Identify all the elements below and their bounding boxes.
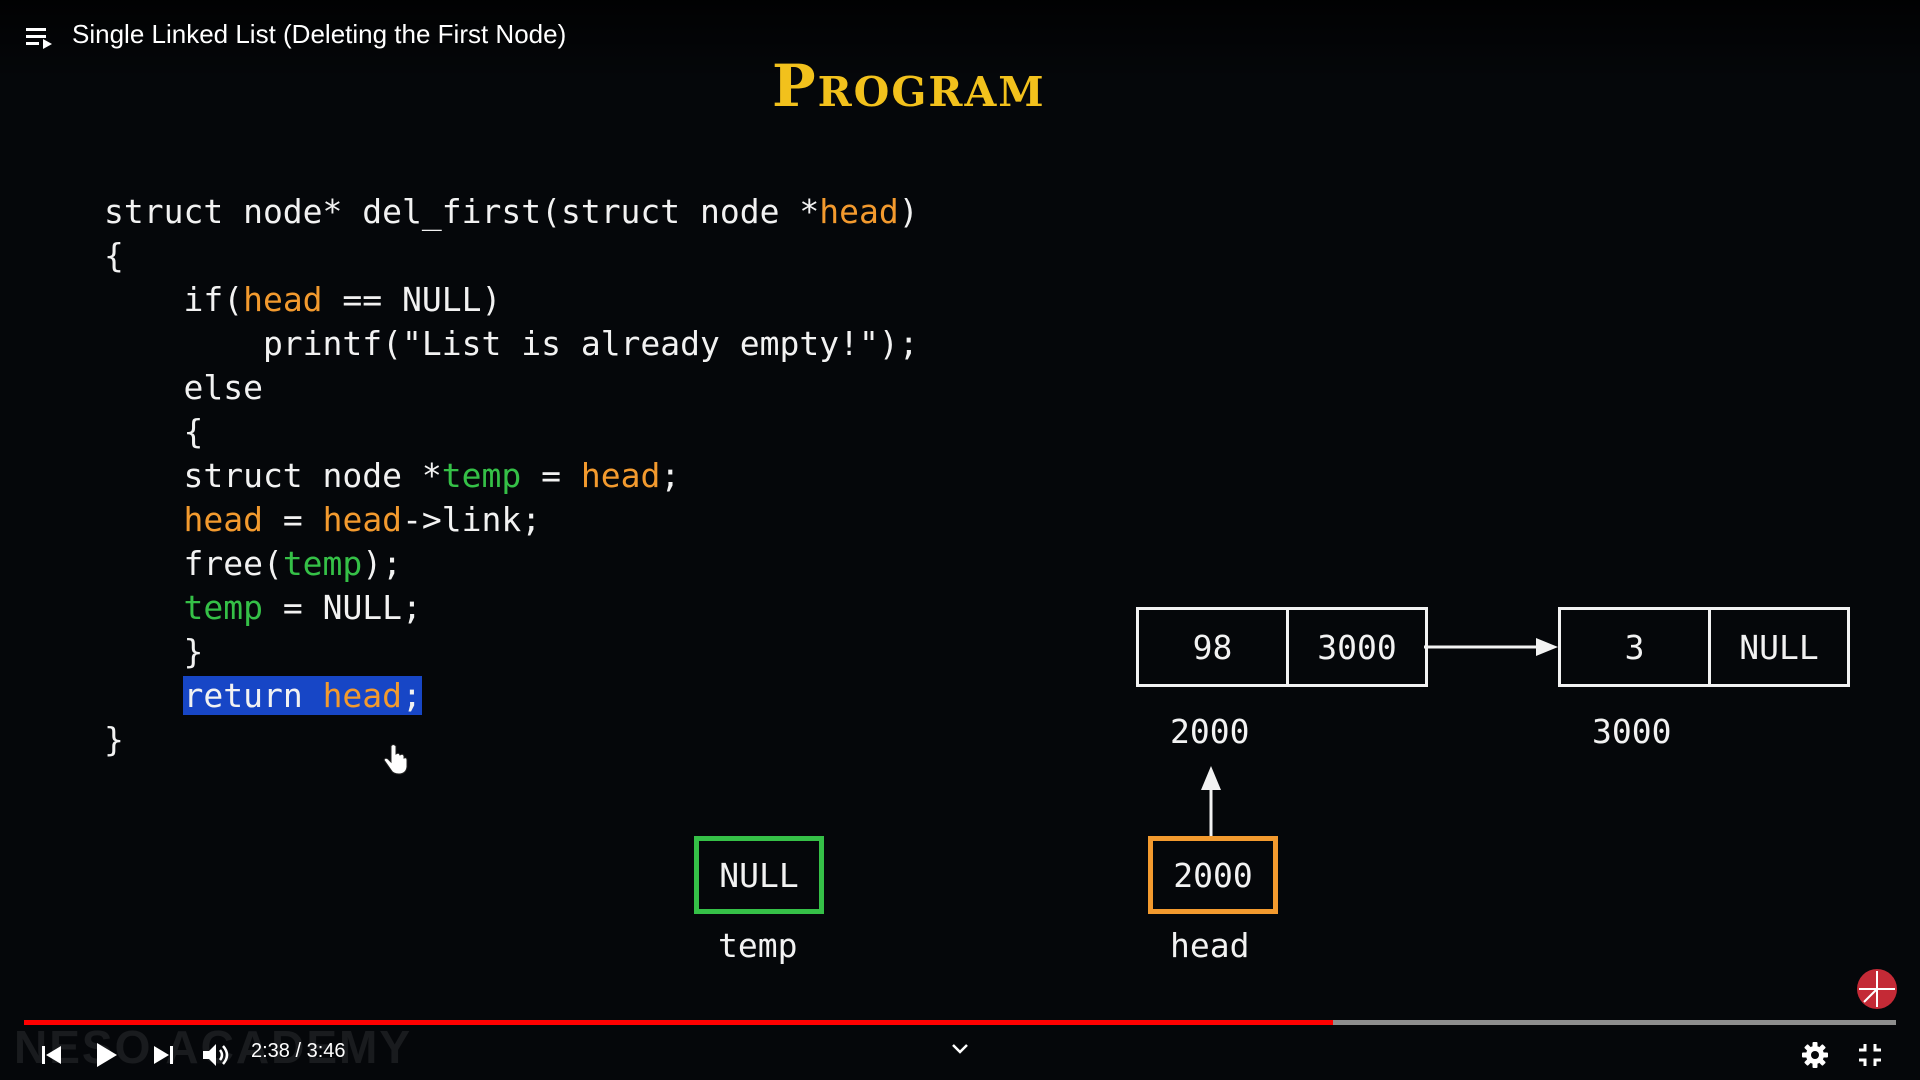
- code-token: == NULL): [322, 280, 502, 319]
- play-icon: [97, 1043, 117, 1067]
- exit-fullscreen-button[interactable]: [1852, 1038, 1888, 1072]
- head-variable-box: 2000: [1148, 836, 1278, 914]
- code-token: struct node* del_first(struct node *: [104, 192, 820, 231]
- node-address: 3000: [1592, 712, 1672, 751]
- code-token: = NULL;: [262, 588, 422, 627]
- code-token: head: [580, 456, 661, 495]
- settings-button[interactable]: [1797, 1038, 1833, 1072]
- code-line: }: [104, 630, 919, 674]
- code-token: if(: [104, 280, 244, 319]
- volume-icon: [203, 1044, 229, 1066]
- code-token: ->link;: [402, 500, 542, 539]
- code-line: return head;: [104, 674, 919, 718]
- next-button[interactable]: [146, 1038, 182, 1072]
- progress-bar[interactable]: [24, 1020, 1896, 1025]
- code-line: }: [104, 718, 919, 762]
- mouse-cursor-icon: [383, 744, 408, 775]
- previous-icon: [42, 1046, 61, 1064]
- code-token: );: [362, 544, 403, 583]
- next-icon: [154, 1046, 173, 1064]
- node-link-arrow: [1424, 638, 1558, 656]
- play-button[interactable]: [88, 1038, 124, 1072]
- code-token: struct node *: [104, 456, 442, 495]
- code-line: free(temp);: [104, 542, 919, 586]
- node-link-cell: 3000: [1286, 610, 1425, 684]
- highlighted-code-token: ;: [402, 676, 422, 715]
- video-frame[interactable]: Single Linked List (Deleting the First N…: [0, 0, 1920, 1080]
- code-line: else: [104, 366, 919, 410]
- highlighted-code-token: head: [322, 676, 403, 715]
- code-token: {: [104, 236, 124, 275]
- video-title[interactable]: Single Linked List (Deleting the First N…: [72, 19, 566, 50]
- playlist-icon[interactable]: [26, 26, 54, 50]
- code-line: head = head->link;: [104, 498, 919, 542]
- code-line: if(head == NULL): [104, 278, 919, 322]
- code-block: struct node* del_first(struct node *head…: [104, 190, 919, 762]
- settings-icon: [1802, 1042, 1828, 1068]
- time-display: 2:38 / 3:46: [251, 1040, 346, 1062]
- node-link-cell: NULL: [1708, 610, 1847, 684]
- channel-logo-icon[interactable]: [1856, 968, 1898, 1010]
- code-token: {: [104, 412, 204, 451]
- volume-button[interactable]: [199, 1038, 235, 1072]
- slide-title: Program: [772, 52, 1046, 120]
- previous-button[interactable]: [33, 1038, 69, 1072]
- temp-variable-box: NULL: [694, 836, 824, 914]
- code-token: else: [104, 368, 263, 407]
- code-line: struct node* del_first(struct node *head…: [104, 190, 919, 234]
- code-token: head: [183, 500, 263, 539]
- code-token: =: [521, 456, 581, 495]
- code-token: ): [898, 192, 919, 231]
- code-line: struct node *temp = head;: [104, 454, 919, 498]
- code-token: temp: [183, 588, 263, 627]
- code-token: head: [819, 192, 899, 231]
- list-node-1: 98 3000: [1136, 607, 1428, 687]
- code-token: head: [243, 280, 323, 319]
- temp-variable-label: temp: [718, 926, 798, 965]
- progress-played: [24, 1020, 1333, 1025]
- code-line: temp = NULL;: [104, 586, 919, 630]
- code-token: temp: [282, 544, 363, 583]
- highlighted-code-token: return: [183, 676, 323, 715]
- code-line: printf("List is already empty!");: [104, 322, 919, 366]
- exit-fullscreen-icon: [1859, 1044, 1881, 1066]
- code-token: }: [104, 632, 204, 671]
- code-token: ;: [660, 456, 681, 495]
- code-token: head: [322, 500, 403, 539]
- head-variable-label: head: [1170, 926, 1250, 965]
- chevron-down-icon[interactable]: [950, 1042, 970, 1056]
- node-data-cell: 3: [1624, 627, 1645, 667]
- code-line: {: [104, 234, 919, 278]
- code-token: }: [104, 720, 124, 759]
- code-line: {: [104, 410, 919, 454]
- code-token: temp: [441, 456, 522, 495]
- code-token: printf("List is already empty!");: [104, 324, 919, 363]
- code-token: free(: [104, 544, 283, 583]
- node-data-cell: 98: [1192, 627, 1233, 667]
- list-node-2: 3 NULL: [1558, 607, 1850, 687]
- head-pointer-arrow: [1201, 766, 1221, 838]
- node-address: 2000: [1170, 712, 1250, 751]
- code-token: =: [262, 500, 323, 539]
